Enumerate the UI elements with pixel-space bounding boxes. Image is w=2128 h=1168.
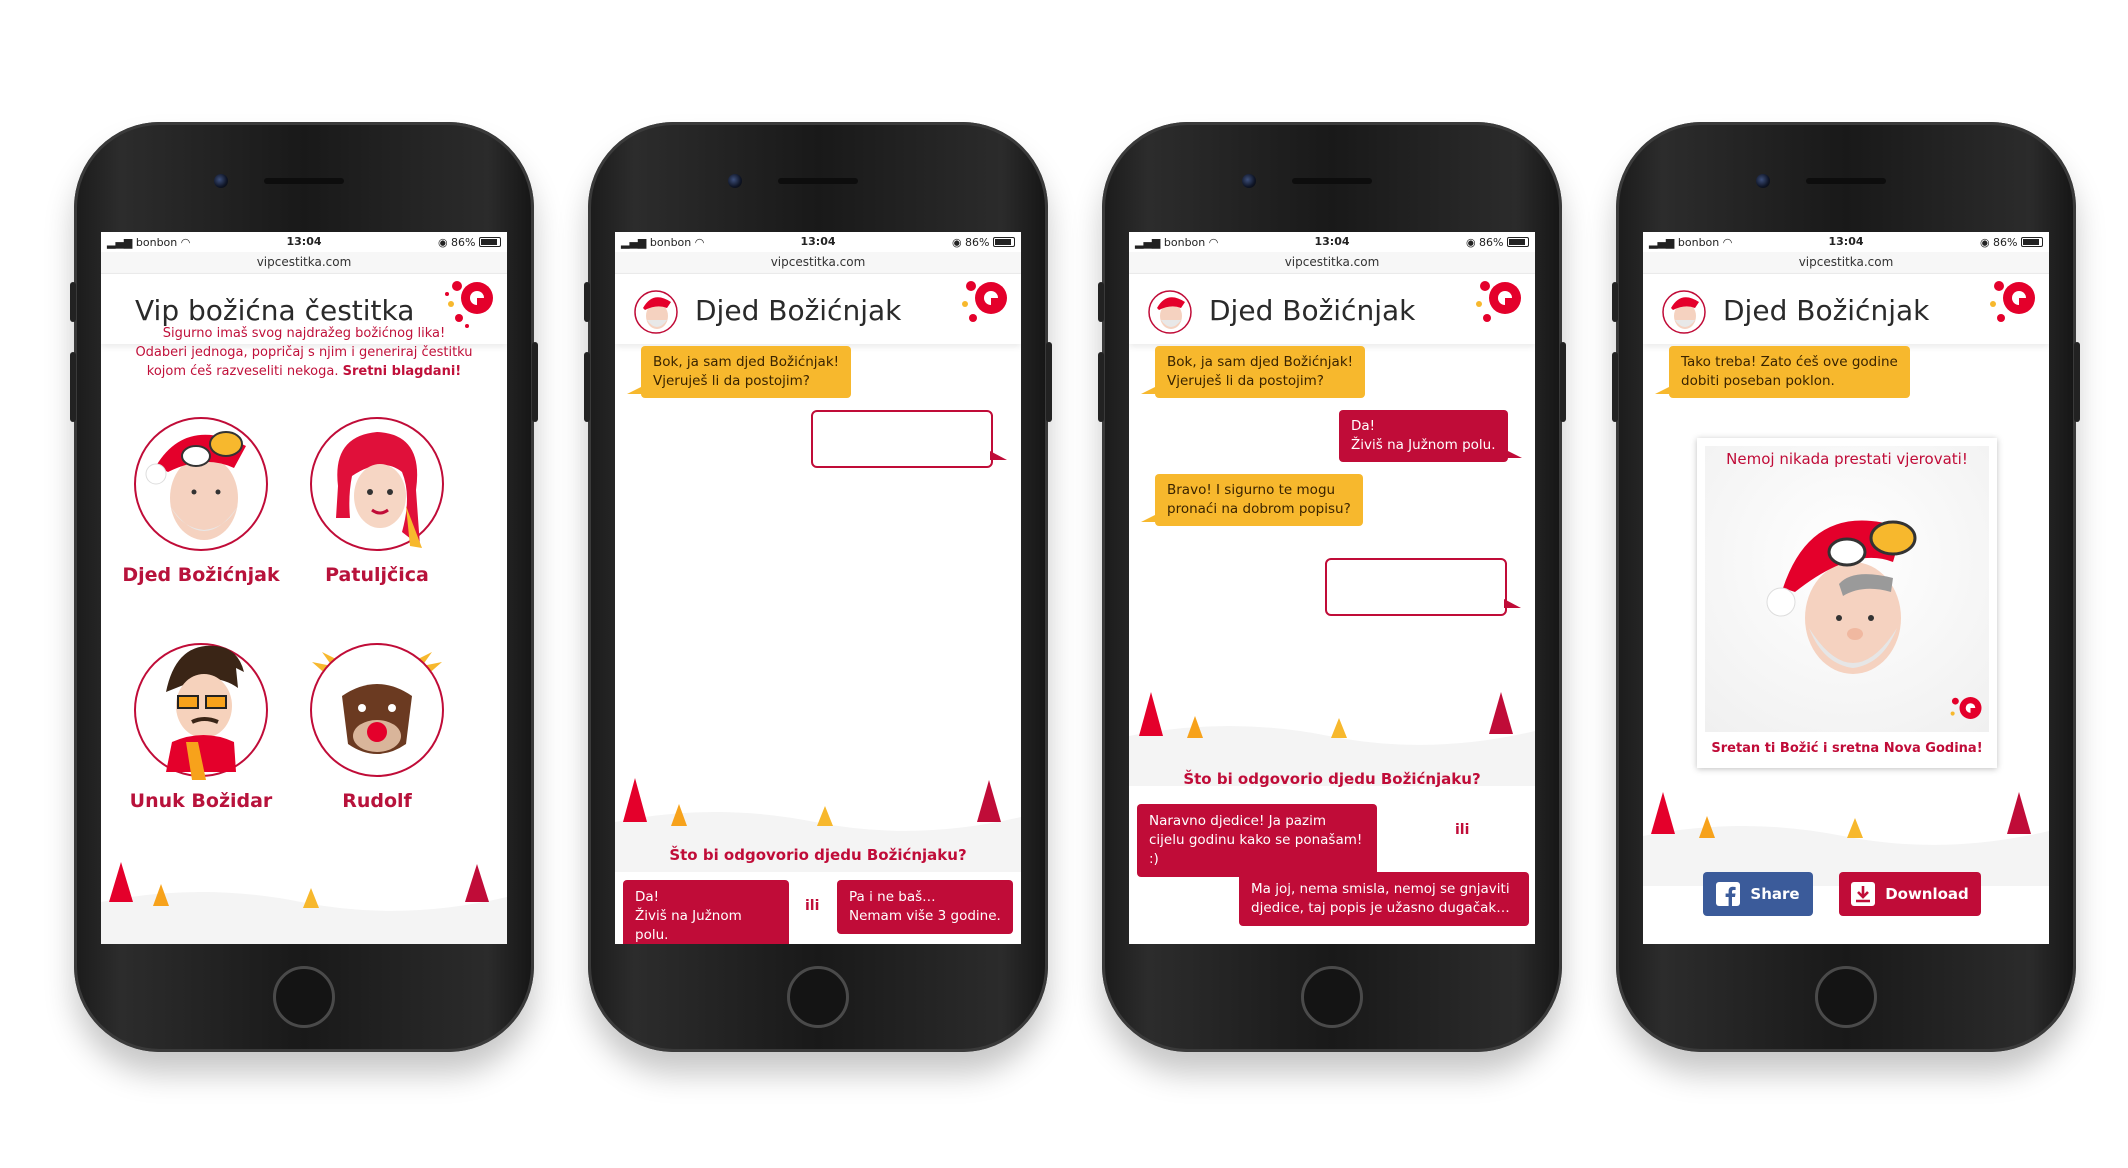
or-label: ili: [1455, 822, 1470, 838]
camera: [728, 174, 742, 188]
camera: [214, 174, 228, 188]
showcase-stage: ▂▄▆ bonbon ◠ 13:04 ◉ 86% vipcestitka.com…: [0, 0, 2128, 1168]
character-patuljcica[interactable]: Patuljčica: [287, 406, 467, 586]
home-button[interactable]: [1815, 966, 1877, 1028]
greeting-card: Nemoj nikada prestati vjerovati! Sretan …: [1697, 438, 1997, 768]
app-header: Djed Božićnjak: [1129, 274, 1535, 344]
lock-rotation-icon: ◉: [951, 236, 962, 249]
url-bar[interactable]: vipcestitka.com: [1129, 252, 1535, 274]
status-bar: ▂▄▆ bonbon ◠ 13:04 ◉ 86%: [615, 232, 1021, 252]
app-header: Djed Božićnjak: [1643, 274, 2049, 344]
page-title: Djed Božićnjak: [1723, 294, 1930, 327]
status-bar: ▂▄▆ bonbon ◠ 13:04 ◉ 86%: [101, 232, 507, 252]
screen-chat-start: ▂▄▆ bonbon ◠ 13:04 ◉ 86% vipcestitka.com…: [615, 232, 1021, 944]
battery-percent: 86%: [451, 236, 476, 249]
user-message: Da! Živiš na Južnom polu.: [1339, 410, 1521, 462]
character-unuk-bozidar[interactable]: Unuk Božidar: [111, 632, 291, 812]
santa-message: Bok, ja sam djed Božićnjak! Vjeruješ li …: [1140, 346, 1366, 398]
battery-icon: [2021, 237, 2043, 247]
lock-rotation-icon: ◉: [1465, 236, 1476, 249]
phone-2: ▂▄▆ bonbon ◠ 13:04 ◉ 86% vipcestitka.com…: [584, 122, 1052, 1052]
santa-message: Bravo! I sigurno te mogu pronaći na dobr…: [1141, 474, 1363, 526]
home-button[interactable]: [1301, 966, 1363, 1028]
lock-rotation-icon: ◉: [1979, 236, 1990, 249]
phone-1: ▂▄▆ bonbon ◠ 13:04 ◉ 86% vipcestitka.com…: [70, 122, 538, 1052]
lock-rotation-icon: ◉: [437, 236, 448, 249]
character-name: Rudolf: [342, 790, 412, 812]
snowy-trees-decoration: [1643, 792, 2049, 886]
or-label: ili: [805, 898, 820, 914]
url-bar[interactable]: vipcestitka.com: [615, 252, 1021, 274]
character-djed-bozicnjak[interactable]: Djed Božićnjak: [111, 406, 291, 586]
answer-option-2[interactable]: Ma joj, nema smisla, nemoj se gnjaviti d…: [1239, 872, 1529, 926]
speaker: [1292, 178, 1372, 184]
santa-message: Bok, ja sam djed Božićnjak! Vjeruješ li …: [626, 346, 852, 398]
page-title: Djed Božićnjak: [1209, 294, 1416, 327]
character-name: Djed Božićnjak: [122, 564, 280, 586]
share-button[interactable]: Share: [1703, 872, 1813, 916]
card-headline: Nemoj nikada prestati vjerovati!: [1726, 450, 1968, 468]
download-button[interactable]: Download: [1839, 872, 1981, 916]
character-name: Patuljčica: [325, 564, 429, 586]
url-bar[interactable]: vipcestitka.com: [101, 252, 507, 274]
camera: [1242, 174, 1256, 188]
typing-placeholder-bubble: [1325, 558, 1521, 616]
battery-icon: [1507, 237, 1529, 247]
character-rudolf[interactable]: Rudolf: [287, 632, 467, 812]
screen-chat-continue: ▂▄▆ bonbon ◠ 13:04 ◉ 86% vipcestitka.com…: [1129, 232, 1535, 944]
card-greeting: Sretan ti Božić i sretna Nova Godina!: [1711, 741, 1983, 756]
download-label: Download: [1885, 885, 1969, 903]
reindeer-avatar-icon: [310, 643, 444, 777]
santa-portrait-icon: [1766, 520, 1917, 674]
home-button[interactable]: [787, 966, 849, 1028]
grandson-avatar-icon: [134, 643, 268, 780]
phone-3: ▂▄▆ bonbon ◠ 13:04 ◉ 86% vipcestitka.com…: [1098, 122, 1566, 1052]
screen-result-card: ▂▄▆ bonbon ◠ 13:04 ◉ 86% vipcestitka.com…: [1643, 232, 2049, 944]
speaker: [778, 178, 858, 184]
app-header: Djed Božićnjak: [615, 274, 1021, 344]
download-icon: [1851, 882, 1876, 906]
elf-girl-avatar-icon: [310, 417, 444, 551]
facebook-icon: [1716, 882, 1741, 906]
vip-logo-icon[interactable]: [1465, 274, 1529, 338]
answer-option-1[interactable]: Da! Živiš na Južnom polu.: [623, 880, 789, 944]
phone-4: ▂▄▆ bonbon ◠ 13:04 ◉ 86% vipcestitka.com…: [1612, 122, 2080, 1052]
santa-avatar-icon: [634, 290, 678, 334]
status-bar: ▂▄▆ bonbon ◠ 13:04 ◉ 86%: [1129, 232, 1535, 252]
page-title: Vip božićna čestitka: [135, 294, 415, 327]
snowy-trees-decoration: [101, 862, 507, 944]
speaker: [1806, 178, 1886, 184]
answer-option-2[interactable]: Pa i ne baš… Nemam više 3 godine.: [837, 880, 1013, 934]
question-prompt: Što bi odgovorio djedu Božićnjaku?: [1183, 770, 1481, 788]
speaker: [264, 178, 344, 184]
santa-avatar-icon: [1148, 290, 1192, 334]
battery-icon: [993, 237, 1015, 247]
home-button[interactable]: [273, 966, 335, 1028]
santa-avatar-icon: [134, 417, 268, 551]
character-name: Unuk Božidar: [129, 790, 273, 812]
camera: [1756, 174, 1770, 188]
vip-logo-icon[interactable]: [951, 274, 1015, 338]
page-title: Djed Božićnjak: [695, 294, 902, 327]
intro-text: Sigurno imaš svog najdražeg božićnog lik…: [135, 326, 473, 379]
santa-message: Tako treba! Zato ćeš ove godine dobiti p…: [1655, 346, 1910, 398]
question-prompt: Što bi odgovorio djedu Božićnjaku?: [669, 846, 967, 864]
typing-placeholder-bubble: [811, 410, 1007, 468]
vip-logo-icon: [1950, 697, 1982, 719]
vip-logo-icon[interactable]: [1979, 274, 2043, 338]
share-label: Share: [1750, 885, 1800, 903]
answer-option-1[interactable]: Naravno djedice! Ja pazim cijelu godinu …: [1137, 804, 1377, 877]
santa-avatar-icon: [1662, 290, 1706, 334]
status-bar: ▂▄▆ bonbon ◠ 13:04 ◉ 86%: [1643, 232, 2049, 252]
screen-home: ▂▄▆ bonbon ◠ 13:04 ◉ 86% vipcestitka.com…: [101, 232, 507, 944]
url-bar[interactable]: vipcestitka.com: [1643, 252, 2049, 274]
battery-icon: [479, 237, 501, 247]
